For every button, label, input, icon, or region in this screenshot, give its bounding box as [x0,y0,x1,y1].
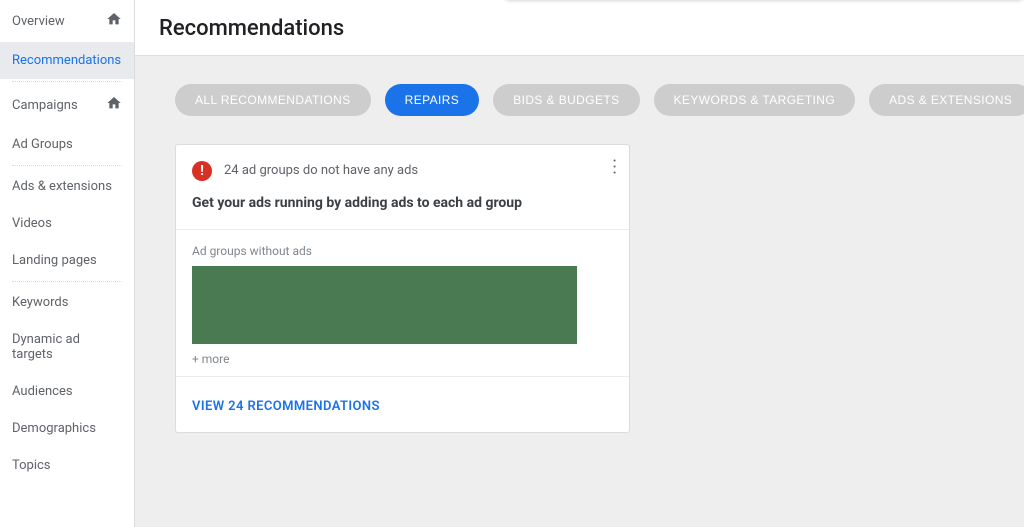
card-header: ! 24 ad groups do not have any ads ··· [176,145,629,189]
sidebar-item-label: Dynamic ad targets [12,332,122,362]
content: ALL RECOMMENDATIONS REPAIRS BIDS & BUDGE… [135,56,1024,527]
pill-bids-budgets[interactable]: BIDS & BUDGETS [493,84,639,116]
divider [12,81,122,82]
home-icon [106,95,122,115]
sidebar-item-recommendations[interactable]: Recommendations [0,42,134,79]
sidebar-item-ads-extensions[interactable]: Ads & extensions [0,168,134,205]
sidebar: Overview Recommendations Campaigns Ad Gr… [0,0,135,527]
filter-pills: ALL RECOMMENDATIONS REPAIRS BIDS & BUDGE… [135,84,1024,144]
sidebar-item-overview[interactable]: Overview [0,0,134,42]
sidebar-item-label: Topics [12,458,51,473]
sidebar-item-dynamic-ad-targets[interactable]: Dynamic ad targets [0,321,134,373]
divider [12,281,122,282]
pill-keywords-targeting[interactable]: KEYWORDS & TARGETING [654,84,856,116]
sidebar-item-demographics[interactable]: Demographics [0,410,134,447]
view-recommendations-link[interactable]: VIEW 24 RECOMMENDATIONS [192,399,380,414]
redacted-block [192,266,577,344]
kebab-menu-icon[interactable]: ··· [612,159,617,177]
sidebar-item-campaigns[interactable]: Campaigns [0,84,134,126]
sidebar-item-keywords[interactable]: Keywords [0,284,134,321]
card-title: Get your ads running by adding ads to ea… [176,189,629,229]
alert-icon: ! [192,161,212,181]
sidebar-item-label: Campaigns [12,98,78,113]
sidebar-item-label: Videos [12,216,52,231]
sidebar-item-label: Landing pages [12,253,97,268]
home-icon [106,11,122,31]
card-body-label: Ad groups without ads [192,244,613,258]
pill-ads-extensions[interactable]: ADS & EXTENSIONS [869,84,1024,116]
pill-all-recommendations[interactable]: ALL RECOMMENDATIONS [175,84,371,116]
sidebar-item-label: Recommendations [12,53,121,68]
card-body: Ad groups without ads + more [176,229,629,376]
sidebar-item-label: Overview [12,14,65,29]
sidebar-item-label: Ad Groups [12,137,73,152]
main: Recommendations ALL RECOMMENDATIONS REPA… [135,0,1024,527]
sidebar-item-topics[interactable]: Topics [0,447,134,484]
sidebar-item-videos[interactable]: Videos [0,205,134,242]
sidebar-item-audiences[interactable]: Audiences [0,373,134,410]
sidebar-item-label: Audiences [12,384,73,399]
recommendation-card: ! 24 ad groups do not have any ads ··· G… [175,144,630,433]
sidebar-item-label: Ads & extensions [12,179,112,194]
divider [12,165,122,166]
card-alert-text: 24 ad groups do not have any ads [224,161,418,178]
header: Recommendations [135,0,1024,56]
card-footer: VIEW 24 RECOMMENDATIONS [176,376,629,432]
sidebar-item-ad-groups[interactable]: Ad Groups [0,126,134,163]
page-title: Recommendations [159,16,1000,41]
sidebar-item-landing-pages[interactable]: Landing pages [0,242,134,279]
pill-repairs[interactable]: REPAIRS [385,84,480,116]
more-link[interactable]: + more [192,352,613,366]
sidebar-item-label: Keywords [12,295,68,310]
sidebar-item-label: Demographics [12,421,96,436]
